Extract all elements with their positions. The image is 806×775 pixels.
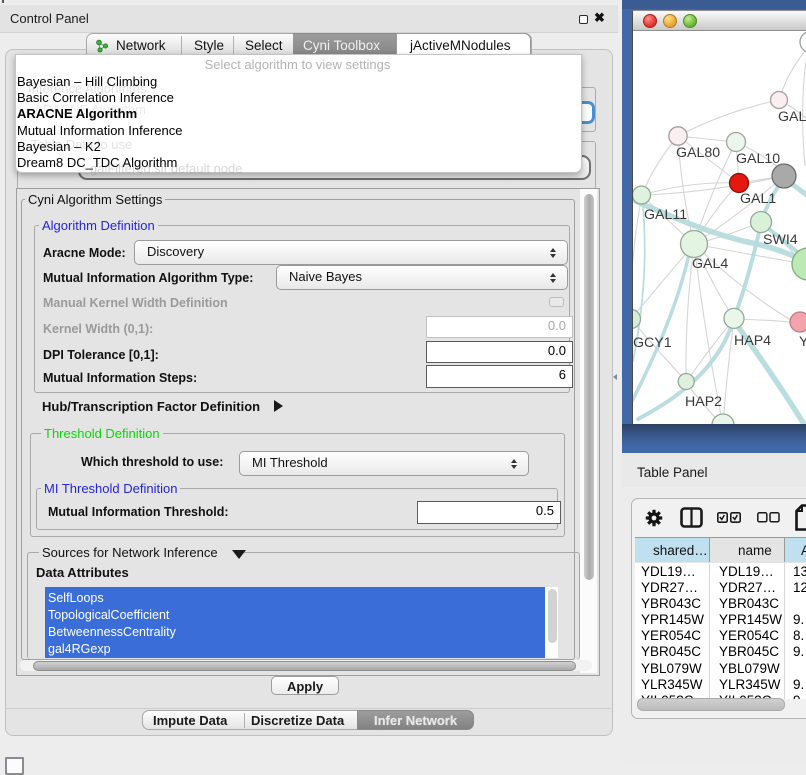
svg-text:GAL10: GAL10	[736, 151, 780, 167]
svg-text:GAL1: GAL1	[740, 191, 776, 207]
svg-text:GAL11: GAL11	[644, 207, 687, 223]
svg-text:GCY1: GCY1	[633, 335, 672, 351]
svg-text:HAP4: HAP4	[734, 333, 771, 349]
svg-text:GAL4: GAL4	[692, 256, 728, 272]
svg-text:GAL80: GAL80	[676, 145, 720, 161]
svg-text:SWI4: SWI4	[763, 232, 798, 248]
svg-text:GAL: GAL	[778, 109, 806, 125]
svg-text:Y: Y	[799, 334, 806, 350]
svg-text:HAP2: HAP2	[685, 394, 722, 410]
